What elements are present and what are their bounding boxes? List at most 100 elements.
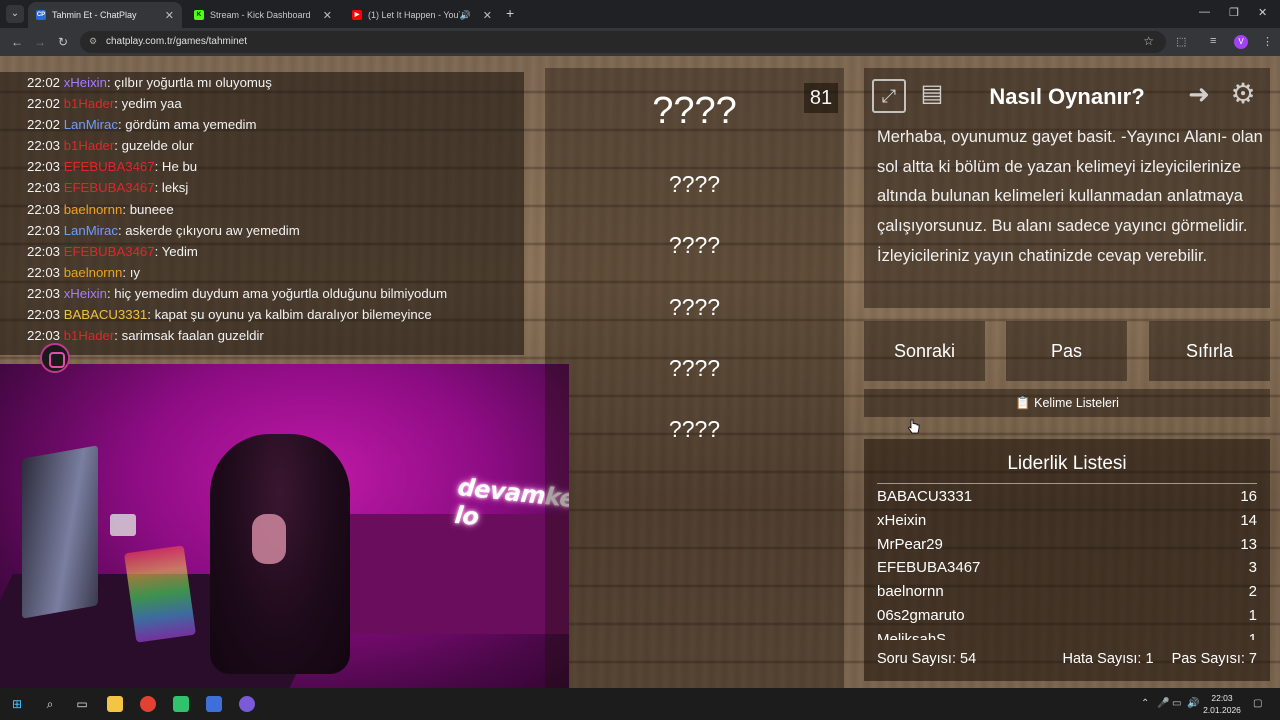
cam-hands: [252, 514, 286, 564]
chat-message: 22:03 EFEBUBA3467: He bu: [27, 156, 524, 177]
kick-app-icon[interactable]: [173, 696, 189, 712]
task-view-icon[interactable]: ▭: [74, 696, 90, 712]
chat-username[interactable]: b1Hader: [64, 96, 115, 111]
browser-toolbar: ← → ↻ ⚙ chatplay.com.tr/games/tahminet ☆…: [0, 28, 1280, 56]
chat-message: 22:03 xHeixin: hiç yemedim duydum ama yo…: [27, 283, 524, 304]
system-clock[interactable]: 22:03 2.01.2026: [1200, 692, 1244, 716]
windows-start-icon[interactable]: ⊞: [9, 696, 25, 712]
chrome-icon[interactable]: [140, 696, 156, 712]
tab-youtube[interactable]: ▶ (1) Let It Happen - YouTube 🔊 ✕: [344, 2, 500, 28]
chat-username[interactable]: xHeixin: [64, 75, 107, 90]
tab-kick-dashboard[interactable]: K Stream - Kick Dashboard ✕: [186, 2, 340, 28]
volume-icon[interactable]: 🔊: [1187, 698, 1199, 709]
network-icon[interactable]: ▭: [1172, 698, 1181, 709]
chat-text: Yedim: [161, 243, 198, 259]
close-tab-icon[interactable]: ✕: [323, 9, 332, 22]
chat-text: askerde çıkıyoru aw yemedim: [125, 222, 300, 238]
reset-button[interactable]: Sıfırla: [1149, 321, 1270, 381]
chat-time: 22:03: [27, 307, 61, 323]
microphone-icon[interactable]: 🎤: [1157, 698, 1169, 709]
chat-message: 22:02 xHeixin: çılbır yoğurtla mı oluyom…: [27, 72, 524, 93]
leaderboard-score: 14: [1240, 511, 1257, 529]
chat-separator: :: [122, 264, 130, 280]
chat-username[interactable]: xHeixin: [64, 286, 107, 301]
chat-username[interactable]: baelnornn: [64, 265, 123, 280]
chat-time: 22:03: [27, 180, 61, 196]
leaderboard-score: 1: [1248, 606, 1257, 624]
audio-playing-icon[interactable]: 🔊: [460, 10, 471, 21]
chat-separator: :: [154, 159, 162, 175]
chat-message: 22:03 BABACU3331: kapat şu oyunu ya kalb…: [27, 304, 524, 325]
leaderboard-title: Liderlik Listesi: [877, 453, 1257, 484]
file-explorer-icon[interactable]: [107, 696, 123, 712]
close-tab-icon[interactable]: ✕: [165, 9, 174, 22]
new-tab-icon[interactable]: +: [506, 5, 514, 21]
profile-avatar[interactable]: V: [1234, 35, 1248, 49]
forbidden-word: ????: [668, 294, 721, 320]
leaderboard-score: 3: [1248, 559, 1257, 577]
back-icon[interactable]: ←: [11, 35, 23, 49]
close-tab-icon[interactable]: ✕: [483, 9, 492, 22]
chat-time: 22:02: [27, 117, 61, 133]
leaderboard-name: 06s2gmaruto: [877, 606, 965, 624]
forbidden-word: ????: [668, 171, 721, 197]
chat-text: yedim yaa: [121, 96, 182, 112]
leaderboard-name: baelnornn: [877, 583, 944, 601]
leaderboard-row: EFEBUBA3467 3: [877, 556, 1257, 580]
address-bar[interactable]: ⚙ chatplay.com.tr/games/tahminet ☆: [80, 31, 1166, 53]
menu-kebab-icon[interactable]: ⋮: [1262, 35, 1273, 48]
chat-username[interactable]: baelnornn: [64, 202, 123, 217]
leaderboard-score: 13: [1240, 535, 1257, 553]
tab-title: Stream - Kick Dashboard: [210, 10, 311, 20]
chat-text: buneee: [129, 201, 174, 217]
chat-separator: :: [147, 307, 155, 323]
chat-username[interactable]: EFEBUBA3467: [64, 159, 155, 174]
obs-icon[interactable]: [239, 696, 255, 712]
minimize-icon[interactable]: —: [1199, 6, 1210, 18]
clipboard-icon: 📋: [1015, 396, 1031, 410]
chat-username[interactable]: EFEBUBA3467: [64, 244, 155, 259]
chat-time: 22:03: [27, 159, 61, 175]
media-controls-icon[interactable]: ≡: [1210, 35, 1216, 47]
extensions-icon[interactable]: ⬚: [1176, 35, 1186, 48]
chat-username[interactable]: LanMirac: [64, 223, 118, 238]
leaderboard-row: BABACU3331 16: [877, 485, 1257, 509]
restore-icon[interactable]: ❐: [1229, 6, 1239, 19]
forbidden-word: ????: [668, 232, 721, 258]
bookmark-star-icon[interactable]: ☆: [1143, 34, 1154, 48]
tab-chatplay[interactable]: CP Tahmin Et - ChatPlay ✕: [28, 2, 182, 28]
chat-time: 22:02: [27, 75, 61, 90]
chat-time: 22:03: [27, 285, 61, 301]
app-icon[interactable]: [206, 696, 222, 712]
pass-button[interactable]: Pas: [1006, 321, 1127, 381]
tab-search-icon[interactable]: ⌄: [6, 5, 24, 23]
site-info-icon[interactable]: ⚙: [89, 36, 99, 46]
tray-overflow-icon[interactable]: ⌃: [1141, 698, 1149, 709]
chat-username[interactable]: LanMirac: [64, 117, 118, 132]
word-lists-button[interactable]: 📋 Kelime Listeleri: [864, 389, 1270, 417]
leaderboard-list[interactable]: BABACU3331 16 xHeixin 14 MrPear29 13 EFEBUBA34…: [877, 485, 1257, 640]
chat-text: çılbır yoğurtla mı oluyomuş: [114, 75, 272, 90]
reload-icon[interactable]: ↻: [58, 35, 68, 49]
search-icon[interactable]: ⌕: [42, 696, 58, 712]
leaderboard-name: MrPear29: [877, 535, 943, 553]
chat-username[interactable]: EFEBUBA3467: [64, 180, 155, 195]
chat-username[interactable]: BABACU3331: [64, 307, 148, 322]
chat-username[interactable]: b1Hader: [64, 328, 115, 343]
chat-message: 22:03 baelnornn: ıy: [27, 262, 524, 283]
chat-username[interactable]: b1Hader: [64, 138, 115, 153]
forward-icon[interactable]: →: [34, 35, 46, 49]
close-window-icon[interactable]: ✕: [1258, 6, 1267, 19]
leaderboard-panel: Liderlik Listesi BABACU3331 16 xHeixin 14 Mr…: [864, 439, 1270, 681]
leaderboard-score: 1: [1248, 630, 1257, 640]
logout-icon[interactable]: ➜: [1182, 79, 1216, 113]
leaderboard-row: MeliksahS 1: [877, 628, 1257, 640]
chat-separator: :: [154, 180, 162, 196]
notifications-icon[interactable]: ▢: [1253, 698, 1262, 709]
cam-mug: [110, 514, 136, 536]
chat-message: 22:02 LanMirac: gördüm ama yemedim: [27, 114, 524, 135]
settings-gear-icon[interactable]: ⚙: [1226, 79, 1260, 113]
chat-message: 22:03 EFEBUBA3467: leksj: [27, 177, 524, 198]
next-button[interactable]: Sonraki: [864, 321, 985, 381]
main-word: ????: [652, 90, 737, 132]
